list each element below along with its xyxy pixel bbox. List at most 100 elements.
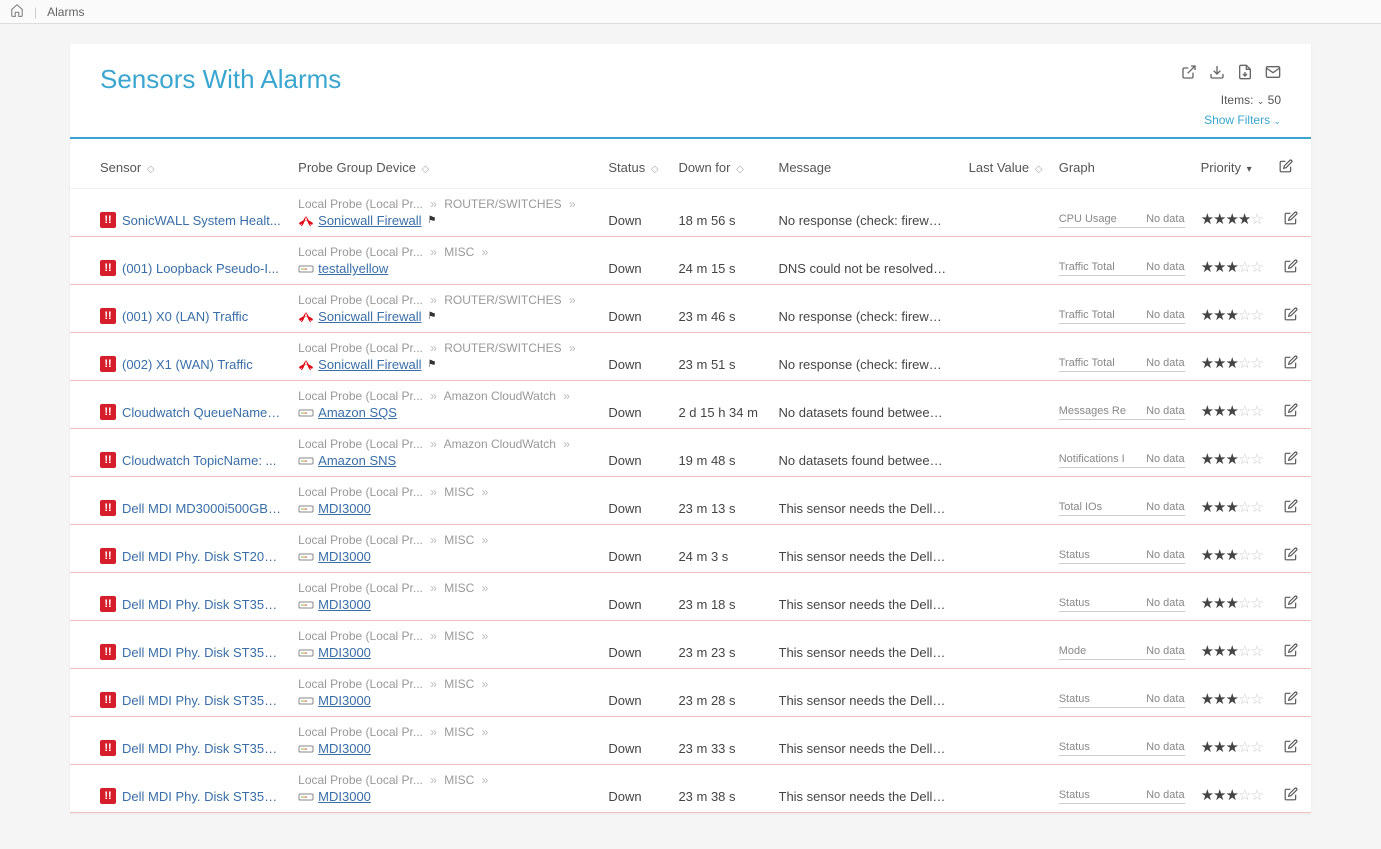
col-lastvalue[interactable]: Last Value ◇	[961, 139, 1051, 189]
device-link[interactable]: Sonicwall Firewall	[318, 309, 421, 324]
table-row[interactable]: !!Dell MDI MD3000i500GBR5Local Probe (Lo…	[70, 477, 1311, 525]
col-downfor[interactable]: Down for ◇	[670, 139, 770, 189]
items-count[interactable]: Items: ⌄ 50	[1181, 93, 1281, 107]
alarm-badge-icon: !!	[100, 644, 116, 660]
edit-row-icon[interactable]	[1284, 404, 1298, 420]
sensor-link[interactable]: Dell MDI Phy. Disk ST350...	[122, 789, 282, 804]
probe-path[interactable]: Local Probe (Local Pr... » ROUTER/SWITCH…	[298, 197, 592, 211]
graph-value: No data	[1146, 357, 1185, 369]
device-link[interactable]: MDI3000	[318, 645, 371, 660]
priority-stars[interactable]: ★★★☆☆	[1201, 499, 1263, 516]
table-row[interactable]: !!Dell MDI Phy. Disk ST350...Local Probe…	[70, 765, 1311, 813]
edit-row-icon[interactable]	[1284, 596, 1298, 612]
table-row[interactable]: !!Dell MDI Phy. Disk ST350...Local Probe…	[70, 573, 1311, 621]
col-sensor[interactable]: Sensor ◇	[70, 139, 290, 189]
device-link[interactable]: MDI3000	[318, 501, 371, 516]
probe-path[interactable]: Local Probe (Local Pr... » ROUTER/SWITCH…	[298, 293, 592, 307]
edit-row-icon[interactable]	[1284, 500, 1298, 516]
priority-stars[interactable]: ★★★★☆	[1201, 211, 1263, 228]
graph-mini: StatusNo data	[1059, 549, 1185, 564]
mail-icon[interactable]	[1265, 64, 1281, 85]
sensor-link[interactable]: SonicWALL System Healt...	[122, 213, 281, 228]
export-icon[interactable]	[1237, 64, 1253, 85]
priority-stars[interactable]: ★★★☆☆	[1201, 595, 1263, 612]
device-link[interactable]: Amazon SNS	[318, 453, 396, 468]
edit-row-icon[interactable]	[1284, 260, 1298, 276]
priority-stars[interactable]: ★★★☆☆	[1201, 691, 1263, 708]
table-row[interactable]: !! Dell MDI Phy. Disk ST350... Local Probe…	[70, 621, 1311, 669]
device-link[interactable]: MDI3000	[318, 597, 371, 612]
sensor-link[interactable]: Dell MDI Phy. Disk ST350...	[122, 741, 282, 756]
sensor-link[interactable]: Dell MDI Phy. Disk ST350...	[122, 597, 282, 612]
sensor-link[interactable]: Cloudwatch TopicName: ...	[122, 453, 276, 468]
home-icon[interactable]	[10, 3, 24, 20]
col-priority[interactable]: Priority ▾	[1193, 139, 1271, 189]
device-link[interactable]: Sonicwall Firewall	[318, 213, 421, 228]
edit-icon[interactable]	[1279, 160, 1293, 176]
table-row[interactable]: !!(002) X1 (WAN) TrafficLocal Probe (Loc…	[70, 333, 1311, 381]
device-link[interactable]: MDI3000	[318, 693, 371, 708]
probe-path[interactable]: Local Probe (Local Pr... » MISC »	[298, 485, 592, 499]
priority-stars[interactable]: ★★★☆☆	[1201, 355, 1263, 372]
sensor-link[interactable]: Dell MDI MD3000i500GBR5	[122, 501, 282, 516]
probe-path[interactable]: Local Probe (Local Pr... » MISC »	[298, 245, 592, 259]
device-link[interactable]: MDI3000	[318, 741, 371, 756]
priority-stars[interactable]: ★★★☆☆	[1201, 451, 1263, 468]
open-external-icon[interactable]	[1181, 64, 1197, 85]
sensor-link[interactable]: Dell MDI Phy. Disk ST350...	[122, 645, 282, 660]
edit-row-icon[interactable]	[1284, 788, 1298, 804]
priority-stars[interactable]: ★★★☆☆	[1201, 739, 1263, 756]
probe-path[interactable]: Local Probe (Local Pr... » MISC »	[298, 533, 592, 547]
table-row[interactable]: !!Cloudwatch QueueName: ...Local Probe (…	[70, 381, 1311, 429]
sensor-link[interactable]: Dell MDI Phy. Disk ST200...	[122, 549, 282, 564]
table-row[interactable]: !!SonicWALL System Healt...Local Probe (…	[70, 189, 1311, 237]
chevron-right-icon: »	[430, 437, 437, 451]
priority-stars[interactable]: ★★★☆☆	[1201, 307, 1263, 324]
probe-path[interactable]: Local Probe (Local Pr... » Amazon CloudW…	[298, 437, 592, 451]
sensor-link[interactable]: (002) X1 (WAN) Traffic	[122, 357, 253, 372]
device-link[interactable]: Amazon SQS	[318, 405, 397, 420]
priority-stars[interactable]: ★★★☆☆	[1201, 547, 1263, 564]
table-row[interactable]: !!Dell MDI Phy. Disk ST200...Local Probe…	[70, 525, 1311, 573]
probe-path[interactable]: Local Probe (Local Pr... » MISC »	[298, 725, 592, 739]
priority-stars[interactable]: ★★★☆☆	[1201, 787, 1263, 804]
probe-path[interactable]: Local Probe (Local Pr... » MISC »	[298, 773, 592, 787]
sensor-link[interactable]: Dell MDI Phy. Disk ST350...	[122, 693, 282, 708]
device-link[interactable]: MDI3000	[318, 789, 371, 804]
device-link[interactable]: testallyellow	[318, 261, 388, 276]
edit-row-icon[interactable]	[1284, 212, 1298, 228]
table-row[interactable]: !!(001) X0 (LAN) TrafficLocal Probe (Loc…	[70, 285, 1311, 333]
priority-stars[interactable]: ★★★☆☆	[1201, 403, 1263, 420]
download-icon[interactable]	[1209, 64, 1225, 85]
edit-row-icon[interactable]	[1284, 644, 1298, 660]
table-row[interactable]: !!(001) Loopback Pseudo-I...Local Probe …	[70, 237, 1311, 285]
table-row[interactable]: !!Cloudwatch TopicName: ...Local Probe (…	[70, 429, 1311, 477]
chevron-right-icon: »	[430, 581, 437, 595]
device-link[interactable]: MDI3000	[318, 549, 371, 564]
graph-label: CPU Usage	[1059, 213, 1117, 225]
sensor-link[interactable]: (001) X0 (LAN) Traffic	[122, 309, 248, 324]
probe-path[interactable]: Local Probe (Local Pr... » MISC »	[298, 677, 592, 691]
edit-row-icon[interactable]	[1284, 548, 1298, 564]
probe-path[interactable]: Local Probe (Local Pr... » MISC »	[298, 629, 592, 643]
col-probe[interactable]: Probe Group Device ◇	[290, 139, 600, 189]
device-link[interactable]: Sonicwall Firewall	[318, 357, 421, 372]
edit-row-icon[interactable]	[1284, 692, 1298, 708]
priority-stars[interactable]: ★★★☆☆	[1201, 643, 1263, 660]
table-row[interactable]: !!Dell MDI Phy. Disk ST350...Local Probe…	[70, 717, 1311, 765]
sensor-link[interactable]: Cloudwatch QueueName: ...	[122, 405, 282, 420]
col-status[interactable]: Status ◇	[600, 139, 670, 189]
probe-path[interactable]: Local Probe (Local Pr... » ROUTER/SWITCH…	[298, 341, 592, 355]
probe-path[interactable]: Local Probe (Local Pr... » MISC »	[298, 581, 592, 595]
edit-row-icon[interactable]	[1284, 308, 1298, 324]
priority-stars[interactable]: ★★★☆☆	[1201, 259, 1263, 276]
graph-value: No data	[1146, 213, 1185, 225]
table-row[interactable]: !!Dell MDI Phy. Disk ST350...Local Probe…	[70, 669, 1311, 717]
edit-row-icon[interactable]	[1284, 452, 1298, 468]
sensor-link[interactable]: (001) Loopback Pseudo-I...	[122, 261, 279, 276]
edit-row-icon[interactable]	[1284, 740, 1298, 756]
show-filters-toggle[interactable]: Show Filters ⌄	[1181, 113, 1281, 127]
edit-row-icon[interactable]	[1284, 356, 1298, 372]
probe-path[interactable]: Local Probe (Local Pr... » Amazon CloudW…	[298, 389, 592, 403]
graph-value: No data	[1146, 501, 1185, 513]
